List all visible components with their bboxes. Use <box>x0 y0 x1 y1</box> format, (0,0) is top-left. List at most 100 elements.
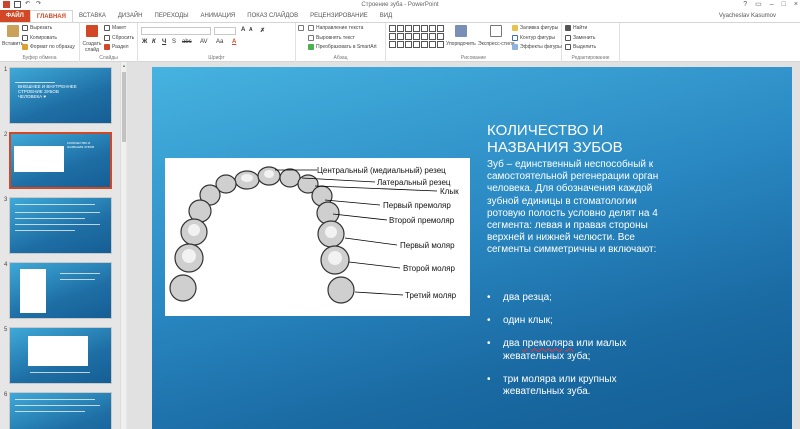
group-label: Шрифт <box>208 55 225 61</box>
thumb-text-line <box>15 399 95 400</box>
strike-button[interactable]: abc <box>182 39 192 45</box>
bold-button[interactable]: Ж <box>142 39 147 45</box>
window-title: Строение зуба - PowerPoint <box>361 2 439 8</box>
tab-insert[interactable]: ВСТАВКА <box>73 10 112 22</box>
bullets-icon[interactable] <box>298 25 304 31</box>
new-slide-icon <box>86 25 98 37</box>
bullet-item: один клык; <box>487 315 667 327</box>
char-spacing-button[interactable]: AV <box>200 39 208 45</box>
current-slide[interactable]: Центральный (медиальный) резец Латеральн… <box>152 67 792 429</box>
thumbnails-scrollbar[interactable]: ▲ <box>120 62 126 429</box>
thumbnail-text: КОЛИЧЕСТВО И НАЗВАНИЯ ЗУБОВ <box>67 141 95 149</box>
close-icon[interactable]: × <box>794 0 798 10</box>
group-label: Буфер обмена <box>22 55 57 61</box>
label-third-molar: Третий моляр <box>405 291 457 300</box>
tab-review[interactable]: РЕЦЕНЗИРОВАНИЕ <box>304 10 374 22</box>
grow-font-icon[interactable]: A <box>241 27 245 33</box>
section-button[interactable]: Раздел <box>104 44 129 50</box>
thumbnail-number: 6 <box>4 392 8 398</box>
clipboard-group: Вставить Вырезать Копировать Формат по о… <box>0 23 80 62</box>
clear-format-icon[interactable]: ✗ <box>260 27 265 34</box>
shrink-font-icon[interactable]: A <box>249 27 253 33</box>
shapes-gallery[interactable] <box>389 25 444 49</box>
paste-button[interactable]: Вставить <box>2 25 23 47</box>
thumb-text-line <box>15 218 85 219</box>
slide-title[interactable]: КОЛИЧЕСТВО И НАЗВАНИЯ ЗУБОВ <box>487 122 687 156</box>
thumbnail-slide-4[interactable] <box>9 262 112 319</box>
thumb-decor-line <box>15 82 55 83</box>
underline-button[interactable]: Ч <box>162 39 166 45</box>
shadow-button[interactable]: S <box>172 39 176 45</box>
minimize-icon[interactable]: – <box>770 0 774 10</box>
group-label: Абзац <box>333 55 348 61</box>
font-name-select[interactable] <box>141 27 211 35</box>
thumbnail-slide-5[interactable] <box>9 327 112 384</box>
tab-transitions[interactable]: ПЕРЕХОДЫ <box>149 10 195 22</box>
arrange-button[interactable]: Упорядочить <box>446 25 476 47</box>
bullet-item: два резца; <box>487 292 667 304</box>
ribbon-display-icon[interactable]: ▭ <box>755 0 762 10</box>
format-painter-button[interactable]: Формат по образцу <box>22 44 75 50</box>
teeth-diagram-image[interactable]: Центральный (медиальный) резец Латеральн… <box>165 158 470 316</box>
label-first-premolar: Первый премоляр <box>383 201 451 210</box>
shape-effects-button[interactable]: Эффекты фигуры <box>512 44 562 50</box>
align-text-button[interactable]: Выровнять текст <box>308 35 355 41</box>
tab-design[interactable]: ДИЗАЙН <box>112 10 149 22</box>
thumbnail-number: 2 <box>4 132 8 138</box>
thumb-image <box>28 336 88 366</box>
thumbnail-slide-1[interactable]: ВНЕШНЕЕ И ВНУТРЕННЕЕ СТРОЕНИЕ ЗУБОВ ЧЕЛО… <box>9 67 112 124</box>
replace-icon <box>565 35 571 41</box>
label-canine: Клык <box>440 187 459 196</box>
thumbnail-slide-2[interactable]: КОЛИЧЕСТВО И НАЗВАНИЯ ЗУБОВ <box>9 132 112 189</box>
section-icon <box>104 44 110 50</box>
font-size-select[interactable] <box>214 27 236 35</box>
user-name[interactable]: Vyacheslav Kasumov <box>719 13 800 19</box>
quick-styles-button[interactable]: Экспресс-стили <box>478 25 515 47</box>
thumbnail-text: ВНЕШНЕЕ И ВНУТРЕННЕЕ СТРОЕНИЕ ЗУБОВ ЧЕЛО… <box>18 84 77 99</box>
replace-button[interactable]: Заменить <box>565 35 595 41</box>
effects-icon <box>512 44 518 50</box>
font-color-icon[interactable]: A <box>232 39 236 45</box>
thumbnail-slide-6[interactable] <box>9 392 112 429</box>
tab-slideshow[interactable]: ПОКАЗ СЛАЙДОВ <box>241 10 304 22</box>
reset-button[interactable]: Сбросить <box>104 35 134 41</box>
reset-icon <box>104 35 110 41</box>
tab-view[interactable]: ВИД <box>374 10 398 22</box>
label-lateral-incisor: Латеральный резец <box>377 178 451 187</box>
ribbon-tabs: ФАЙЛ ГЛАВНАЯ ВСТАВКА ДИЗАЙН ПЕРЕХОДЫ АНИ… <box>0 10 800 22</box>
smartart-button[interactable]: Преобразовать в SmartArt <box>308 44 377 50</box>
thumbnail-number: 3 <box>4 197 8 203</box>
slide-body-text[interactable]: Зуб – единственный неспособный к самосто… <box>487 159 675 257</box>
binoculars-icon <box>565 25 571 31</box>
text-direction-button[interactable]: Направление текста <box>308 25 363 31</box>
maximize-icon[interactable]: □ <box>782 0 786 10</box>
new-slide-button[interactable]: Создать слайд <box>82 25 102 53</box>
tab-home[interactable]: ГЛАВНАЯ <box>29 10 73 22</box>
slide-thumbnails-panel[interactable]: 1 ВНЕШНЕЕ И ВНУТРЕННЕЕ СТРОЕНИЕ ЗУБОВ ЧЕ… <box>0 62 127 429</box>
shape-fill-button[interactable]: Заливка фигуры <box>512 25 558 31</box>
cut-button[interactable]: Вырезать <box>22 25 52 31</box>
thumb-text-line <box>60 279 95 280</box>
copy-button[interactable]: Копировать <box>22 35 57 41</box>
change-case-button[interactable]: Aa <box>216 39 223 45</box>
paragraph-group: Направление текста Выровнять текст Преоб… <box>296 23 386 62</box>
italic-button[interactable]: К <box>152 39 156 45</box>
fill-icon <box>512 25 518 31</box>
bullet-prefix: два <box>503 338 523 350</box>
scrollbar-thumb[interactable] <box>122 72 126 142</box>
scissors-icon <box>22 25 28 31</box>
tab-file[interactable]: ФАЙЛ <box>0 10 30 22</box>
tab-animation[interactable]: АНИМАЦИЯ <box>195 10 242 22</box>
group-label: Рисование <box>460 55 487 61</box>
select-button[interactable]: Выделить <box>565 44 596 50</box>
shape-outline-button[interactable]: Контур фигуры <box>512 35 555 41</box>
thumbnail-slide-3[interactable] <box>9 197 112 254</box>
find-button[interactable]: Найти <box>565 25 587 31</box>
layout-button[interactable]: Макет <box>104 25 126 31</box>
thumb-image <box>20 269 46 313</box>
help-icon[interactable]: ? <box>743 0 747 10</box>
drawing-group: Упорядочить Экспресс-стили Заливка фигур… <box>386 23 562 62</box>
group-label: Редактирование <box>571 55 610 61</box>
slide-bullet-list[interactable]: два резца; один клык; два премоляра или … <box>487 292 667 409</box>
bullet-item: два премоляра или малых жевательных зуба… <box>487 338 667 362</box>
